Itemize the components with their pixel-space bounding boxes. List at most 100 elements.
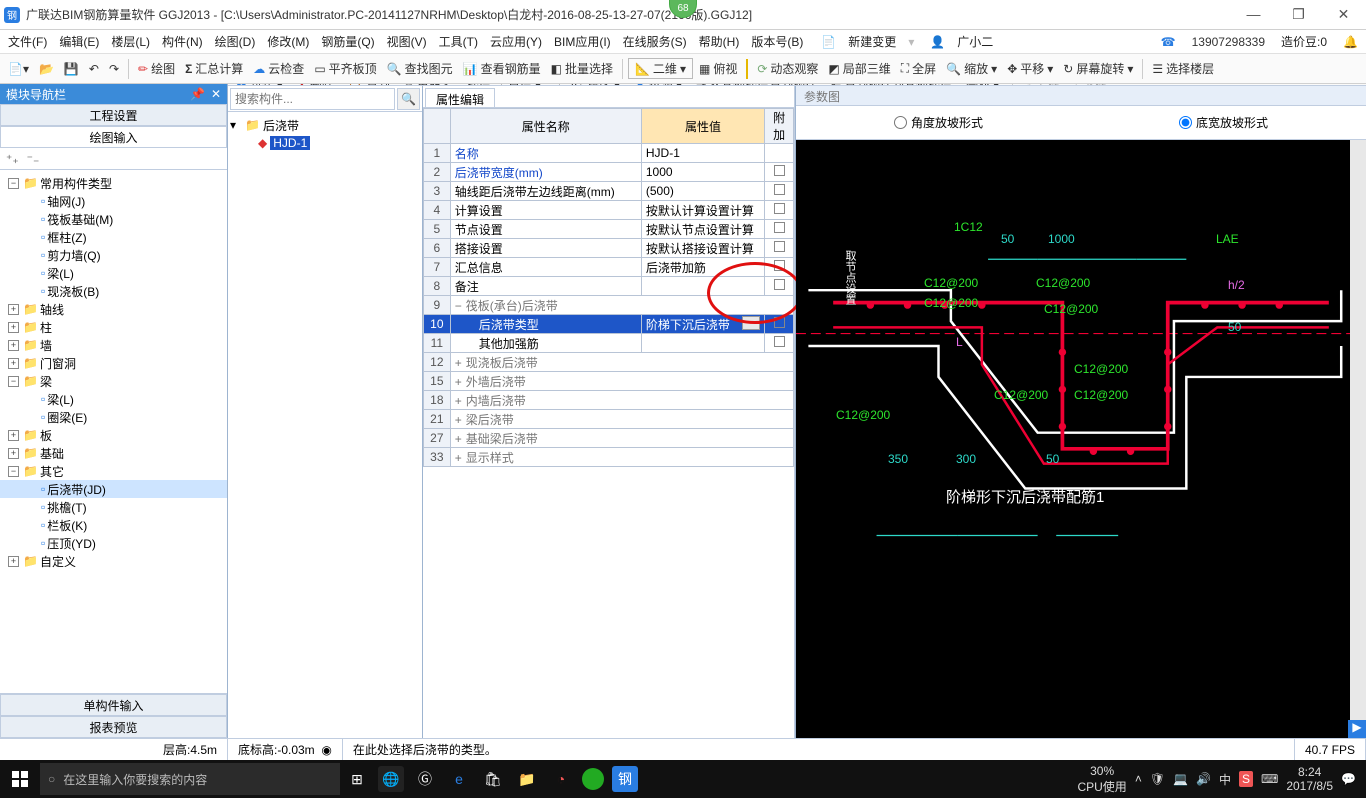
tray-net-icon[interactable]: 💻	[1173, 772, 1188, 786]
menu-component[interactable]: 构件(N)	[158, 31, 207, 52]
tree-node[interactable]: +📁门窗洞	[0, 354, 227, 372]
tray-keyboard-icon[interactable]: ⌨	[1261, 772, 1278, 786]
property-row[interactable]: 12+现浇板后浇带	[424, 353, 794, 372]
menu-cloud[interactable]: 云应用(Y)	[486, 31, 546, 52]
property-row[interactable]: 21+梁后浇带	[424, 410, 794, 429]
property-row[interactable]: 3轴线距后浇带左边线距离(mm)(500)	[424, 182, 794, 201]
tree-node[interactable]: −📁梁	[0, 372, 227, 390]
tree-node[interactable]: −📁其它	[0, 462, 227, 480]
search-input[interactable]	[230, 88, 395, 110]
menu-modify[interactable]: 修改(M)	[263, 31, 313, 52]
menu-version[interactable]: 版本号(B)	[747, 31, 807, 52]
pan-button[interactable]: ✥ 平移 ▾	[1003, 58, 1057, 79]
expand-all-icon[interactable]: ⁺₊	[6, 152, 19, 166]
select-floor-button[interactable]: ☰ 选择楼层	[1148, 58, 1218, 79]
menu-online[interactable]: 在线服务(S)	[619, 31, 691, 52]
tree-node[interactable]: ▫后浇带(JD)	[0, 480, 227, 498]
radio-width-slope[interactable]: 底宽放坡形式	[1179, 114, 1268, 131]
schematic-canvas[interactable]: 1C12 50 1000 LAE C12@200 C12@200 h/2 C12…	[796, 140, 1366, 738]
zoom-button[interactable]: 🔍 缩放 ▾	[942, 58, 1001, 79]
undo-button[interactable]: ↶	[85, 60, 103, 78]
tree-node[interactable]: ▫现浇板(B)	[0, 282, 227, 300]
tray-shield-icon[interactable]: 🛡	[1150, 772, 1165, 786]
panel-close-icon[interactable]: ✕	[211, 87, 221, 101]
property-row[interactable]: 9−筏板(承台)后浇带	[424, 296, 794, 315]
list-root[interactable]: ▾📁 后浇带	[230, 116, 420, 134]
tree-node[interactable]: ▫栏板(K)	[0, 516, 227, 534]
tray-ime[interactable]: 中	[1219, 771, 1231, 788]
radio-angle-slope[interactable]: 角度放坡形式	[894, 114, 983, 131]
cloud-check-button[interactable]: ☁云检查	[249, 58, 308, 79]
top-view-button[interactable]: ▦ 俯视	[695, 58, 741, 79]
tab-single-input[interactable]: 单构件输入	[0, 694, 227, 716]
menu-help[interactable]: 帮助(H)	[695, 31, 744, 52]
tree-node[interactable]: ▫梁(L)	[0, 390, 227, 408]
task-app-active[interactable]: 钢	[612, 766, 638, 792]
close-button[interactable]: ✕	[1321, 0, 1366, 28]
property-table[interactable]: 属性名称属性值附加 1名称HJD-12后浇带宽度(mm)10003轴线距后浇带左…	[423, 108, 794, 467]
minimize-button[interactable]: —	[1231, 0, 1276, 28]
property-row[interactable]: 6搭接设置按默认搭接设置计算	[424, 239, 794, 258]
tray-sogou-icon[interactable]: S	[1239, 771, 1253, 787]
task-store[interactable]: 🛍	[480, 766, 506, 792]
tree-node[interactable]: ▫剪力墙(Q)	[0, 246, 227, 264]
tree-node[interactable]: ▫圈梁(E)	[0, 408, 227, 426]
tab-project-settings[interactable]: 工程设置	[0, 104, 227, 126]
task-explorer[interactable]: 📁	[514, 766, 540, 792]
login-user[interactable]: 广小二	[953, 31, 997, 52]
property-row[interactable]: 33+显示样式	[424, 448, 794, 467]
menu-edit[interactable]: 编辑(E)	[55, 31, 103, 52]
task-app-3[interactable]: ◔	[548, 766, 574, 792]
start-button[interactable]	[0, 760, 40, 798]
tray-vol-icon[interactable]: 🔊	[1196, 772, 1211, 786]
orbit-button[interactable]: ⟳ 动态观察	[753, 58, 822, 79]
tray-up-icon[interactable]: ˄	[1135, 772, 1142, 786]
property-row[interactable]: 8备注	[424, 277, 794, 296]
draw-button[interactable]: ✏绘图	[134, 58, 179, 79]
tree-node[interactable]: +📁自定义	[0, 552, 227, 570]
tree-node[interactable]: +📁基础	[0, 444, 227, 462]
tree-node[interactable]: +📁墙	[0, 336, 227, 354]
list-item[interactable]: ◆ HJD-1	[230, 134, 420, 152]
new-doc-button[interactable]: 📄▾	[4, 60, 33, 78]
view-rebar-button[interactable]: 📊 查看钢筋量	[459, 58, 545, 79]
batch-select-button[interactable]: ◧ 批量选择	[547, 58, 617, 79]
local3d-button[interactable]: ◩ 局部三维	[824, 58, 894, 79]
property-row[interactable]: 2后浇带宽度(mm)1000	[424, 163, 794, 182]
tree-node[interactable]: +📁柱	[0, 318, 227, 336]
property-row[interactable]: 15+外墙后浇带	[424, 372, 794, 391]
screen-rotate-button[interactable]: ↻ 屏幕旋转 ▾	[1059, 58, 1137, 79]
property-row[interactable]: 11其他加强筋	[424, 334, 794, 353]
menu-draw[interactable]: 绘图(D)	[211, 31, 260, 52]
menu-rebar[interactable]: 钢筋量(Q)	[317, 31, 378, 52]
tree-node[interactable]: −📁常用构件类型	[0, 174, 227, 192]
tree-node[interactable]: ▫梁(L)	[0, 264, 227, 282]
tree-node[interactable]: ▫轴网(J)	[0, 192, 227, 210]
redo-button[interactable]: ↷	[105, 60, 123, 78]
task-edge[interactable]: e	[446, 766, 472, 792]
menu-view[interactable]: 视图(V)	[383, 31, 431, 52]
tree-node[interactable]: ▫框柱(Z)	[0, 228, 227, 246]
find-element-button[interactable]: 🔍 查找图元	[383, 58, 457, 79]
tree-node[interactable]: +📁轴线	[0, 300, 227, 318]
save-button[interactable]: 💾	[60, 60, 83, 78]
property-row[interactable]: 27+基础梁后浇带	[424, 429, 794, 448]
task-app-2[interactable]: Ⓖ	[412, 766, 438, 792]
ellipsis-button[interactable]: ⋯	[742, 316, 760, 330]
collapse-all-icon[interactable]: ⁻₋	[27, 152, 40, 166]
property-row[interactable]: 4计算设置按默认计算设置计算	[424, 201, 794, 220]
tab-property-edit[interactable]: 属性编辑	[425, 88, 495, 107]
slide-next-icon[interactable]: ▶	[1348, 720, 1366, 738]
search-button[interactable]: 🔍	[397, 88, 420, 110]
tree-node[interactable]: +📁板	[0, 426, 227, 444]
scrollbar-vertical[interactable]	[1350, 140, 1366, 738]
menu-file[interactable]: 文件(F)	[4, 31, 51, 52]
property-row[interactable]: 7汇总信息后浇带加筋	[424, 258, 794, 277]
flat-top-button[interactable]: ▭ 平齐板顶	[310, 58, 380, 79]
task-app-1[interactable]: 🌐	[378, 766, 404, 792]
component-tree[interactable]: −📁常用构件类型▫轴网(J)▫筏板基础(M)▫框柱(Z)▫剪力墙(Q)▫梁(L)…	[0, 170, 227, 693]
sum-button[interactable]: Σ 汇总计算	[181, 58, 247, 79]
task-app-4[interactable]	[582, 768, 604, 790]
menu-floor[interactable]: 楼层(L)	[107, 31, 154, 52]
pin-icon[interactable]: 📌	[190, 87, 205, 101]
